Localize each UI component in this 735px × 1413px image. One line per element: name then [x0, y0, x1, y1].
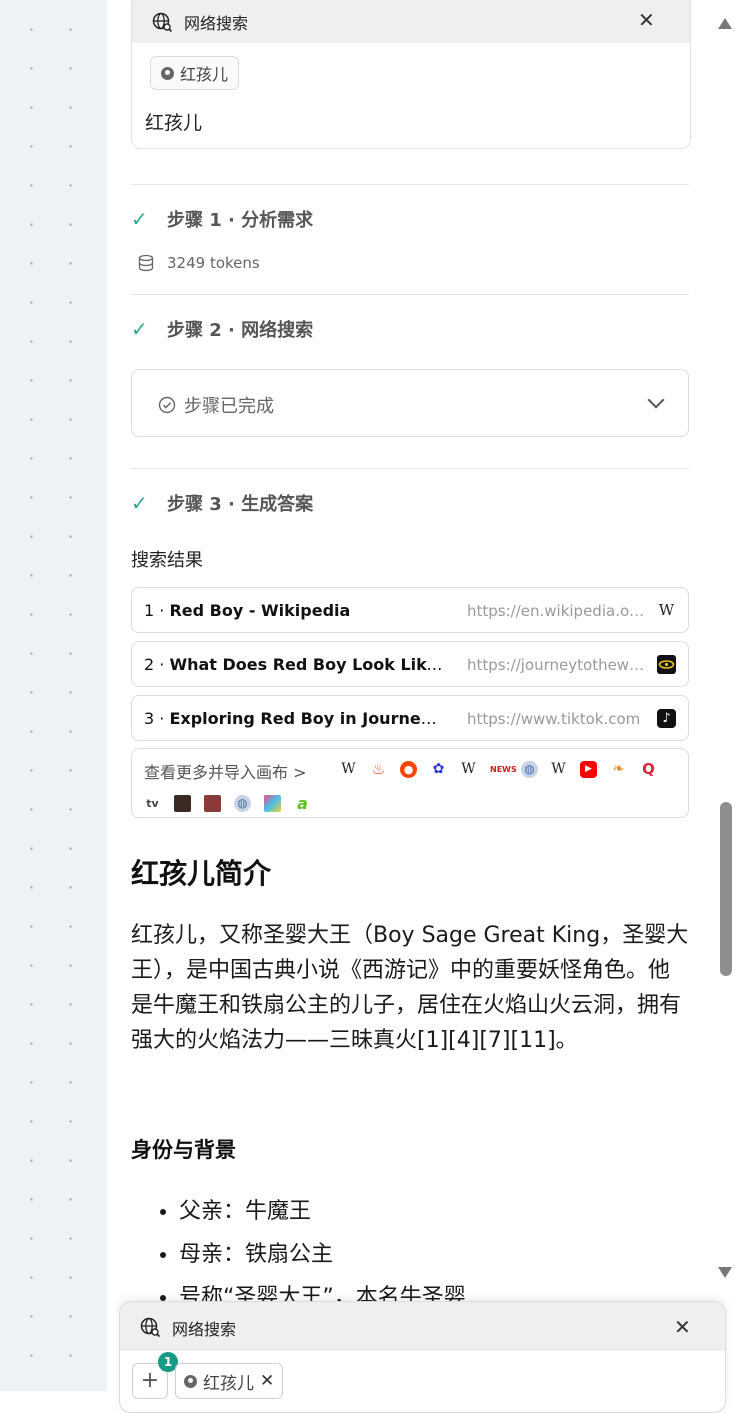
divider: [131, 184, 689, 185]
article-subheading: 身份与背景: [131, 1138, 236, 1162]
result-url[interactable]: https://journeytothewest: [467, 656, 645, 674]
scrollbar-thumb[interactable]: [720, 802, 732, 976]
result-title: Red Boy - Wikipedia: [169, 601, 351, 620]
scroll-down-arrow-icon[interactable]: [718, 1267, 732, 1278]
search-result-row[interactable]: 2 · What Does Red Boy Look Like? A Guide…: [131, 641, 689, 687]
baidu-paw-icon[interactable]: ✿: [430, 761, 447, 778]
result-index: 1 ·: [144, 601, 170, 620]
check-icon: ✓: [131, 491, 148, 515]
photo-thumbnail-icon[interactable]: [204, 795, 221, 812]
step-2-label: 步骤 2 · 网络搜索: [167, 320, 314, 341]
result-index: 3 ·: [144, 709, 170, 728]
search-card: 网络搜索 ✕ 红孩儿 红孩儿: [131, 0, 691, 149]
remove-chip-icon[interactable]: ✕: [260, 1371, 274, 1391]
check-icon: ✓: [131, 207, 148, 231]
wikipedia-icon: W: [658, 601, 675, 619]
colorful-logo-icon[interactable]: [264, 795, 281, 812]
wikipedia-icon[interactable]: W: [340, 761, 357, 778]
wikipedia-icon[interactable]: W: [550, 761, 567, 778]
more-sources-bar: 查看更多并导入画布 > W ♨ ● ✿ W NEWS ◍ W ▶ ❧ Q tv …: [131, 748, 689, 818]
globe-search-icon: [152, 12, 172, 32]
a-logo-icon[interactable]: a: [294, 795, 311, 812]
chat-bubble-icon: [161, 66, 174, 80]
chat-bubble-icon: [184, 1374, 197, 1388]
quora-icon[interactable]: Q: [640, 761, 657, 778]
token-count: 3249 tokens: [137, 254, 260, 272]
result-url[interactable]: https://www.tiktok.com: [467, 710, 645, 728]
step-3-header[interactable]: ✓ 步骤 3 · 生成答案: [131, 490, 313, 516]
close-icon[interactable]: ✕: [638, 10, 655, 30]
result-index: 2 ·: [144, 655, 170, 674]
tiktok-icon: ♪: [657, 709, 676, 728]
bottom-search-panel: 网络搜索 ✕ + 1 红孩儿 ✕: [119, 1301, 726, 1413]
search-card-title: 网络搜索: [184, 14, 249, 33]
step-1-header[interactable]: ✓ 步骤 1 · 分析需求: [131, 206, 313, 232]
globe-icon[interactable]: ◍: [521, 761, 538, 778]
globe-icon[interactable]: ◍: [234, 795, 251, 812]
view-more-import-canvas-link[interactable]: 查看更多并导入画布 >: [144, 759, 307, 783]
result-title: Exploring Red Boy in Journey to the West: [169, 709, 444, 728]
step-2-header[interactable]: ✓ 步骤 2 · 网络搜索: [131, 316, 313, 342]
list-item: 父亲：牛魔王: [179, 1190, 466, 1233]
photo-thumbnail-icon[interactable]: [174, 795, 191, 812]
query-chip-label: 红孩儿: [203, 1373, 254, 1394]
youtube-icon[interactable]: ▶: [580, 761, 597, 778]
chevron-down-icon: [647, 391, 665, 409]
scroll-up-arrow-icon[interactable]: [718, 18, 732, 29]
token-count-text: 3249 tokens: [167, 254, 260, 272]
article-heading: 红孩儿简介: [131, 857, 272, 890]
search-result-row[interactable]: 1 · Red Boy - Wikipedia https://en.wikip…: [131, 587, 689, 633]
reddit-icon[interactable]: ●: [400, 761, 417, 778]
search-result-row[interactable]: 3 · Exploring Red Boy in Journey to the …: [131, 695, 689, 741]
result-url[interactable]: https://en.wikipedia.org/wiki/Red_Boy: [467, 602, 645, 620]
step-1-label: 步骤 1 · 分析需求: [167, 210, 314, 231]
article-bullet-list: 父亲：牛魔王 母亲：铁扇公主 号称“圣婴大王”，本名牛圣婴: [155, 1190, 466, 1319]
canvas-background: [0, 0, 107, 1391]
fire-icon[interactable]: ♨: [370, 761, 387, 778]
wikipedia-icon[interactable]: W: [460, 761, 477, 778]
check-icon: ✓: [131, 317, 148, 341]
chat-panel: 网络搜索 ✕ 红孩儿 红孩儿 ✓ 步骤 1 · 分析需求 3249 tokens…: [107, 0, 719, 1391]
divider: [131, 294, 689, 295]
news-logo-icon[interactable]: NEWS: [490, 761, 517, 778]
shrimp-icon[interactable]: ❧: [610, 761, 627, 778]
bottom-panel-header: 网络搜索 ✕: [120, 1302, 725, 1351]
list-item: 母亲：铁扇公主: [179, 1233, 466, 1276]
globe-search-icon: [140, 1317, 160, 1337]
bottom-panel-title: 网络搜索: [172, 1320, 237, 1339]
step-status-text: 步骤已完成: [184, 396, 274, 417]
database-icon: [138, 254, 154, 272]
close-icon[interactable]: ✕: [674, 1317, 691, 1337]
eye-logo-icon: [657, 655, 676, 674]
step-3-label: 步骤 3 · 生成答案: [167, 494, 314, 515]
search-results-title: 搜索结果: [131, 550, 203, 571]
step-status-dropdown[interactable]: 步骤已完成: [131, 369, 689, 437]
article-paragraph: 红孩儿，又称圣婴大王（Boy Sage Great King，圣婴大王），是中国…: [131, 923, 689, 1053]
query-chip[interactable]: 红孩儿: [150, 56, 240, 90]
query-text: 红孩儿: [145, 112, 203, 134]
search-card-header: 网络搜索 ✕: [132, 0, 690, 43]
result-title: What Does Red Boy Look Like? A Guide: [169, 655, 444, 674]
tv-icon[interactable]: tv: [144, 795, 161, 812]
check-circle-icon: [158, 396, 176, 414]
divider: [131, 468, 689, 469]
query-chip-label: 红孩儿: [180, 65, 229, 84]
query-chip[interactable]: 红孩儿 ✕: [175, 1363, 284, 1399]
scrollbar-track[interactable]: [719, 0, 735, 1391]
